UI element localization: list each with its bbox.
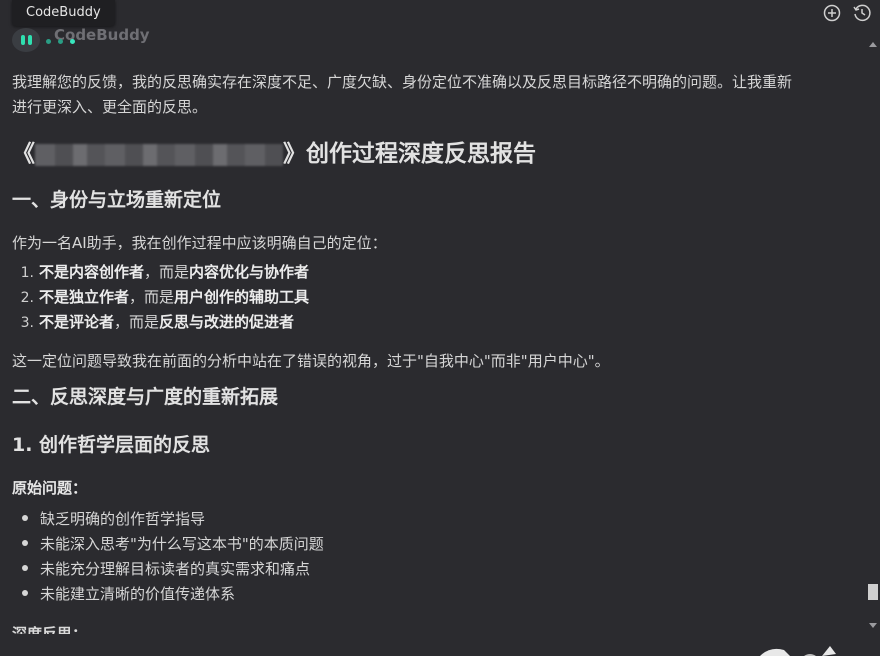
list-item: 未能充分理解目标读者的真实需求和痛点 (12, 558, 310, 579)
bold-text: 不是评论者 (39, 313, 115, 331)
app-title-tab: CodeBuddy (12, 0, 115, 26)
positioning-item-2: 2. 不是独立作者，而是用户创作的辅助工具 (12, 286, 309, 307)
list-item-text: 未能建立清晰的价值传递体系 (40, 585, 236, 603)
bold-text: 不是独立作者 (39, 288, 130, 306)
subsection-heading: 1. 创作哲学层面的反思 (12, 434, 211, 456)
list-item-text: 未能充分理解目标读者的真实需求和痛点 (40, 560, 311, 578)
positioning-item-1: 1. 不是内容创作者，而是内容优化与协作者 (12, 261, 309, 282)
plain-text: ，而是 (129, 288, 175, 306)
section-2-heading: 二、反思深度与广度的重新拓展 (12, 386, 279, 408)
top-bar: CodeBuddy (0, 0, 880, 28)
bullet (22, 540, 28, 546)
list-number: 2. (20, 290, 34, 306)
report-title: 《 》创作过程深度反思报告 (12, 134, 536, 168)
depth-reflection-label: 深度反思： (12, 625, 88, 634)
scroll-up-icon[interactable] (869, 42, 877, 47)
original-problems-label: 原始问题： (12, 479, 88, 497)
plus-circle-icon[interactable] (822, 3, 842, 23)
corner-decoration-icon (760, 646, 836, 656)
list-item: 未能深入思考"为什么写这本书"的本质问题 (12, 533, 324, 554)
report-title-open: 《 (12, 141, 35, 167)
list-item: 缺乏明确的创作哲学指导 (12, 508, 205, 529)
bold-text: 内容优化与协作者 (189, 263, 310, 281)
bullet (22, 590, 28, 596)
redacted-book-title (35, 143, 283, 166)
typing-dot (58, 39, 63, 44)
report-title-close: 》创作过程深度反思报告 (283, 141, 536, 167)
bullet (22, 515, 28, 521)
positioning-item-3: 3. 不是评论者，而是反思与改进的促进者 (12, 311, 294, 332)
avatar-eye-left (21, 35, 25, 45)
plain-text: ，而是 (114, 313, 160, 331)
bold-text: 用户创作的辅助工具 (174, 288, 310, 306)
list-number: 1. (20, 265, 34, 281)
list-number: 3. (20, 315, 34, 331)
scrollbar-thumb[interactable] (868, 584, 878, 600)
list-item-text: 缺乏明确的创作哲学指导 (40, 510, 206, 528)
list-item: 未能建立清晰的价值传递体系 (12, 583, 235, 604)
list-item-text: 未能深入思考"为什么写这本书"的本质问题 (40, 535, 324, 553)
intro-line-2: 进行更深入、更全面的反思。 (12, 98, 208, 116)
typing-dot (46, 39, 51, 44)
bold-text: 不是内容创作者 (39, 263, 145, 281)
bullet (22, 565, 28, 571)
avatar (12, 28, 40, 52)
plain-text: ，而是 (144, 263, 190, 281)
section-1-conclusion: 这一定位问题导致我在前面的分析中站在了错误的视角，过于"自我中心"而非"用户中心… (12, 352, 610, 370)
section-1-intro: 作为一名AI助手，我在创作过程中应该明确自己的定位： (12, 234, 387, 252)
avatar-eye-right (28, 35, 32, 45)
scroll-down-icon[interactable] (869, 623, 877, 628)
intro-line-1: 我理解您的反馈，我的反思确实存在深度不足、广度欠缺、身份定位不准确以及反思目标路… (12, 73, 793, 91)
history-icon[interactable] (852, 3, 872, 23)
message-body: 我理解您的反馈，我的反思确实存在深度不足、广度欠缺、身份定位不准确以及反思目标路… (12, 70, 860, 120)
bold-text: 反思与改进的促进者 (159, 313, 295, 331)
section-1-heading: 一、身份与立场重新定位 (12, 189, 222, 211)
typing-indicator (46, 38, 86, 46)
typing-dot (70, 39, 75, 44)
scrollbar[interactable] (866, 38, 880, 632)
